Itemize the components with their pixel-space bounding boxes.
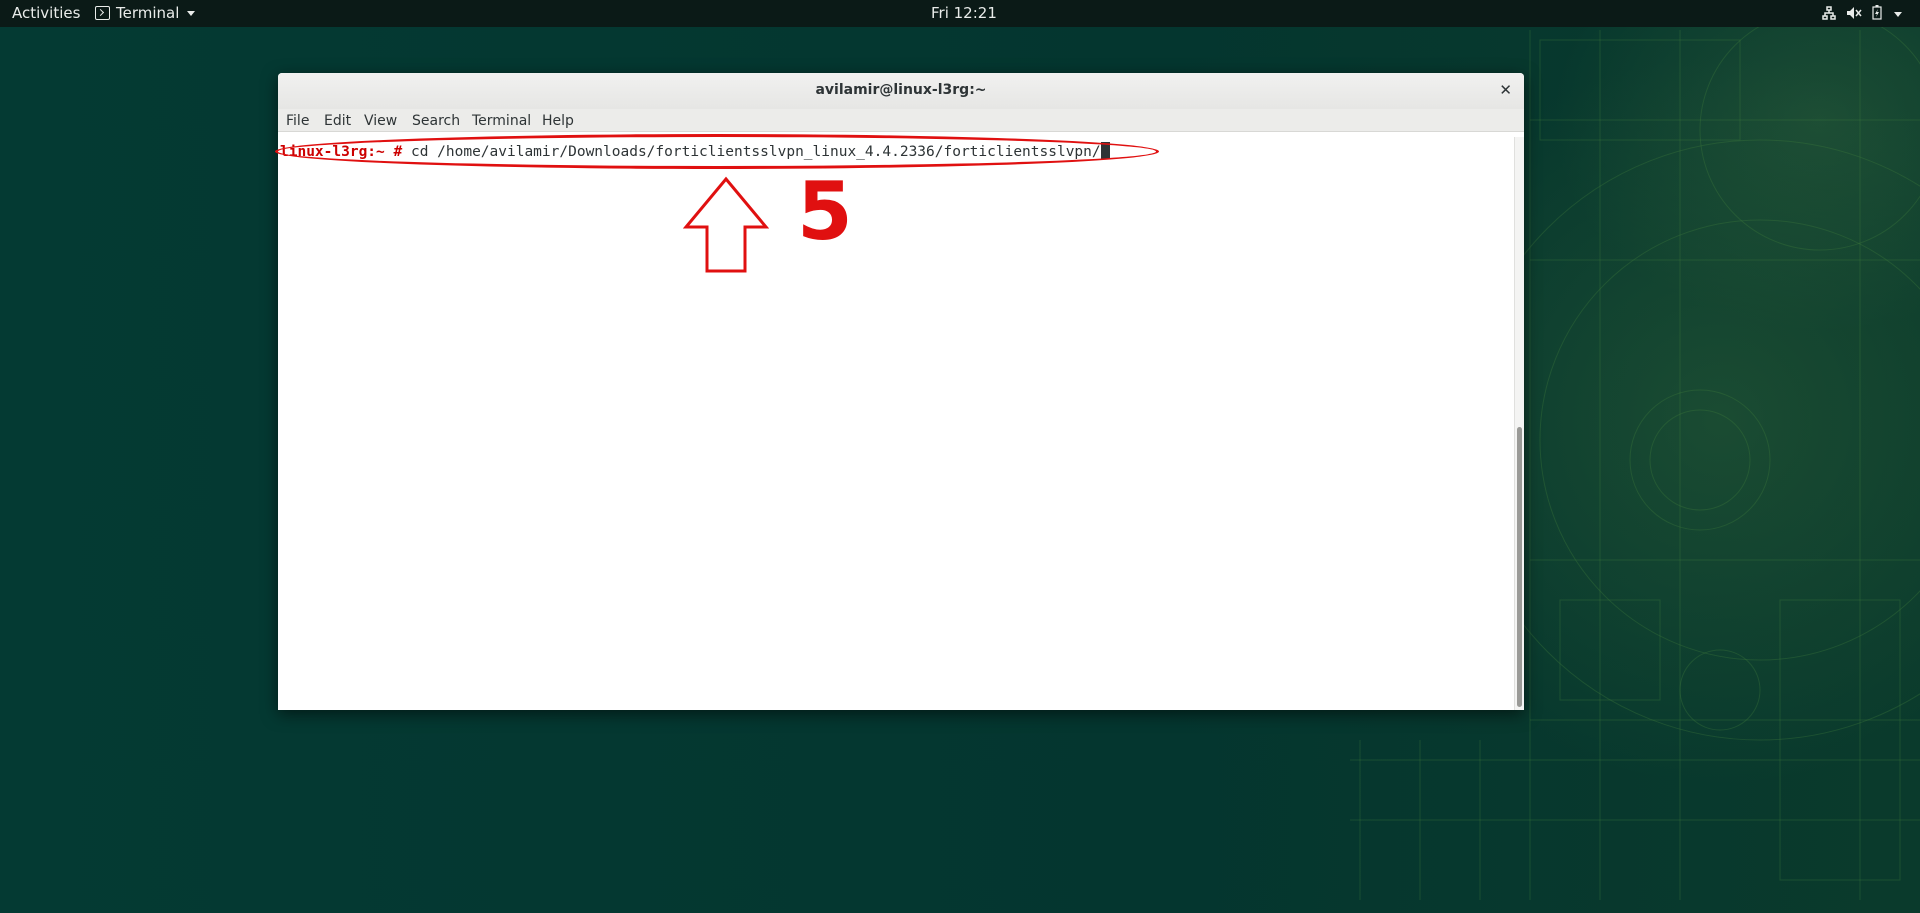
clock[interactable]: Fri 12:21	[931, 4, 997, 22]
terminal-icon	[95, 6, 110, 20]
annotation-highlight-oval	[275, 134, 1159, 169]
menu-terminal[interactable]: Terminal	[472, 113, 531, 129]
scrollbar-thumb[interactable]	[1517, 427, 1522, 707]
menu-view[interactable]: View	[364, 113, 397, 129]
volume-muted-icon	[1846, 6, 1862, 24]
menu-bar: File Edit View Search Terminal Help	[278, 109, 1524, 132]
annotation-up-arrow-icon	[683, 176, 769, 273]
terminal-scrollbar[interactable]	[1514, 137, 1524, 710]
terminal-window: avilamir@linux-l3rg:~ ✕ File Edit View S…	[278, 73, 1524, 710]
menu-search[interactable]: Search	[412, 113, 460, 129]
top-panel: Activities Terminal Fri 12:21	[0, 0, 1920, 27]
menu-help[interactable]: Help	[542, 113, 574, 129]
system-menu-icon	[1894, 12, 1902, 17]
menu-file[interactable]: File	[286, 113, 309, 129]
activities-button[interactable]: Activities	[12, 4, 80, 22]
window-titlebar[interactable]: avilamir@linux-l3rg:~ ✕	[278, 73, 1524, 110]
battery-icon	[1872, 5, 1882, 24]
close-icon[interactable]: ✕	[1499, 81, 1512, 99]
system-status-area[interactable]	[1822, 5, 1902, 24]
app-menu-button[interactable]: Terminal	[95, 4, 196, 22]
terminal-area[interactable]: linux-l3rg:~ # cd /home/avilamir/Downloa…	[278, 137, 1515, 710]
annotation-step-number: 5	[797, 165, 853, 258]
chevron-down-icon	[187, 10, 196, 16]
app-menu-label: Terminal	[116, 4, 180, 22]
menu-edit[interactable]: Edit	[324, 113, 351, 129]
window-title: avilamir@linux-l3rg:~	[815, 82, 987, 98]
network-icon	[1822, 5, 1836, 24]
